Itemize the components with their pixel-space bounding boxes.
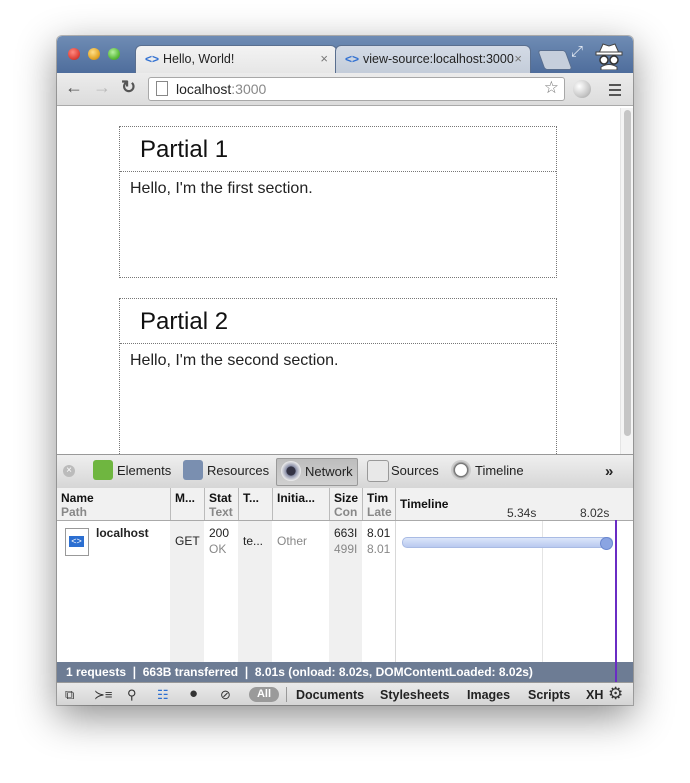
column-timeline[interactable]: Timeline 5.34s 8.02s bbox=[396, 488, 633, 520]
console-icon[interactable]: ≻≡ bbox=[94, 687, 112, 703]
tab-strip: <> Hello, World! × <> view-source:localh… bbox=[57, 36, 633, 74]
section-title: Partial 2 bbox=[140, 308, 229, 335]
request-status-text: OK bbox=[209, 542, 227, 556]
timeline-tick: 8.02s bbox=[580, 506, 610, 520]
filter-xhr[interactable]: XH bbox=[586, 688, 603, 702]
page-icon bbox=[156, 81, 168, 96]
fullscreen-icon[interactable]: ⤢ bbox=[571, 43, 583, 60]
code-icon: <> bbox=[145, 52, 160, 66]
request-latency: 8.01 bbox=[367, 542, 391, 556]
bookmark-star-icon[interactable]: ☆ bbox=[544, 78, 559, 98]
more-panels-button[interactable]: » bbox=[605, 463, 613, 480]
browser-toolbar: ← → ↻ localhost:3000 ☆ bbox=[57, 73, 633, 106]
timeline-bar bbox=[402, 537, 613, 548]
address-bar[interactable]: localhost:3000 ☆ bbox=[148, 77, 565, 101]
code-icon: <> bbox=[345, 52, 360, 66]
timeline-tick: 5.34s bbox=[507, 506, 537, 520]
request-time: 8.01 bbox=[367, 526, 391, 540]
request-method: GET bbox=[175, 534, 200, 548]
new-tab-button[interactable] bbox=[537, 50, 573, 70]
settings-gear-icon[interactable]: ⚙ bbox=[608, 684, 623, 704]
document-icon: <> bbox=[65, 528, 89, 556]
clear-icon[interactable]: ⊘ bbox=[220, 687, 231, 703]
request-content-size: 499I bbox=[334, 542, 358, 556]
dock-icon[interactable]: ⧉ bbox=[65, 687, 74, 703]
tab-close-icon[interactable]: × bbox=[320, 51, 328, 66]
large-rows-icon[interactable]: ☷ bbox=[157, 687, 169, 703]
network-summary: 1 requests ❘ 663B transferred ❘ 8.01s (o… bbox=[57, 662, 633, 682]
network-icon bbox=[281, 461, 301, 481]
window-maximize-button[interactable] bbox=[108, 48, 120, 60]
partial-section-1: Partial 1 Hello, I'm the first section. bbox=[119, 126, 557, 278]
filter-scripts[interactable]: Scripts bbox=[528, 688, 570, 702]
load-event-marker bbox=[615, 520, 617, 662]
timeline-icon bbox=[451, 460, 471, 480]
tab-close-icon[interactable]: × bbox=[514, 51, 522, 66]
vertical-scrollbar[interactable] bbox=[620, 108, 633, 454]
browser-window: <> Hello, World! × <> view-source:localh… bbox=[57, 36, 633, 705]
column-method[interactable]: M... bbox=[171, 488, 205, 520]
incognito-icon bbox=[595, 43, 623, 70]
column-name[interactable]: Name Path bbox=[57, 488, 171, 520]
section-text: Hello, I'm the first section. bbox=[130, 180, 313, 197]
request-initiator: Other bbox=[277, 534, 308, 548]
tab-hello-world[interactable]: <> Hello, World! × bbox=[135, 45, 337, 74]
tab-title: view-source:localhost:3000 bbox=[363, 52, 514, 66]
panel-tab-resources[interactable]: Resources bbox=[179, 458, 271, 484]
tab-title: Hello, World! bbox=[163, 52, 235, 66]
section-text: Hello, I'm the second section. bbox=[130, 352, 339, 369]
url-text: localhost:3000 bbox=[176, 81, 267, 97]
sources-icon bbox=[367, 460, 389, 482]
reload-button[interactable]: ↻ bbox=[121, 77, 136, 98]
request-name: localhost bbox=[96, 526, 149, 540]
elements-icon bbox=[93, 460, 113, 480]
close-devtools-icon[interactable]: × bbox=[63, 465, 75, 477]
devtools-panel-bar: × Elements Resources Network Sources Tim… bbox=[57, 454, 633, 489]
column-type[interactable]: T... bbox=[239, 488, 273, 520]
network-table-header: Name Path M... Stat Text T... Initia... Si… bbox=[57, 488, 633, 521]
section-title: Partial 1 bbox=[140, 136, 229, 163]
network-table-body: <> localhost GET 200 OK te... Other 663I… bbox=[57, 520, 633, 662]
forward-button[interactable]: → bbox=[93, 77, 111, 98]
search-icon[interactable]: ⚲ bbox=[127, 687, 137, 703]
column-size[interactable]: Size Con bbox=[330, 488, 363, 520]
chrome-menu-icon[interactable] bbox=[609, 84, 621, 99]
request-status: 200 bbox=[209, 526, 230, 540]
request-type: te... bbox=[243, 534, 264, 548]
filter-all[interactable]: All bbox=[249, 687, 279, 702]
tab-view-source[interactable]: <> view-source:localhost:3000 × bbox=[335, 45, 531, 74]
page-content: Partial 1 Hello, I'm the first section. … bbox=[57, 106, 633, 456]
window-minimize-button[interactable] bbox=[88, 48, 100, 60]
column-time[interactable]: Tim Late bbox=[363, 488, 396, 520]
column-initiator[interactable]: Initia... bbox=[273, 488, 330, 520]
scrollbar-thumb[interactable] bbox=[624, 110, 631, 436]
filter-stylesheets[interactable]: Stylesheets bbox=[380, 688, 449, 702]
timeline-bar-end bbox=[600, 537, 613, 550]
filter-images[interactable]: Images bbox=[467, 688, 510, 702]
extension-globe-icon[interactable] bbox=[573, 80, 591, 98]
resources-icon bbox=[183, 460, 203, 480]
back-button[interactable]: ← bbox=[65, 77, 83, 98]
record-icon[interactable]: ● bbox=[189, 685, 198, 702]
panel-tab-elements[interactable]: Elements bbox=[89, 458, 173, 484]
panel-tab-network[interactable]: Network bbox=[276, 458, 358, 486]
panel-tab-sources[interactable]: Sources bbox=[363, 458, 443, 484]
devtools-status-bar: ⧉ ≻≡ ⚲ ☷ ● ⊘ All Documents Stylesheets I… bbox=[57, 682, 633, 705]
filter-documents[interactable]: Documents bbox=[296, 688, 364, 702]
window-close-button[interactable] bbox=[68, 48, 80, 60]
partial-section-2: Partial 2 Hello, I'm the second section. bbox=[119, 298, 557, 456]
panel-tab-timeline[interactable]: Timeline bbox=[447, 458, 533, 484]
column-status[interactable]: Stat Text bbox=[205, 488, 239, 520]
request-size: 663I bbox=[334, 526, 358, 540]
